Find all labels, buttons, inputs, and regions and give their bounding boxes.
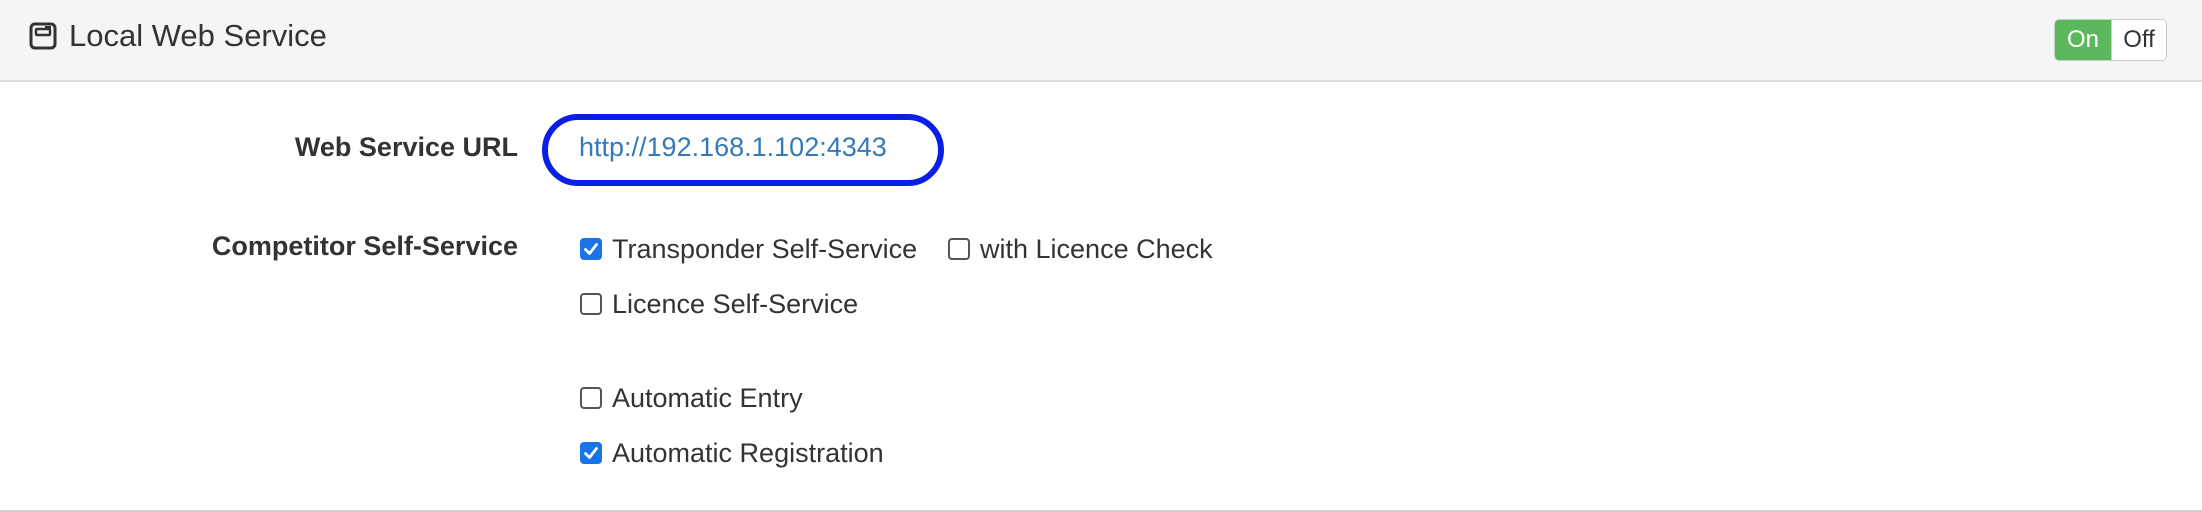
automatic-entry-checkbox[interactable]: Automatic Entry [580, 381, 803, 415]
web-service-url-label: Web Service URL [294, 132, 518, 162]
web-service-url-link[interactable]: http://192.168.1.102:4343 [579, 130, 887, 164]
checkbox-checked-icon [580, 238, 602, 260]
competitor-self-service-label: Competitor Self-Service [211, 231, 518, 261]
licence-check-label: with Licence Check [980, 234, 1213, 264]
panel-title: Local Web Service [69, 18, 327, 53]
toggle-off-button[interactable]: Off [2111, 20, 2166, 60]
licence-self-service-label: Licence Self-Service [612, 289, 859, 319]
panel-header: Local Web Service On Off [0, 0, 2202, 82]
checkbox-unchecked-icon [580, 387, 602, 409]
checkbox-unchecked-icon [580, 293, 602, 315]
window-icon [29, 22, 57, 50]
checkbox-unchecked-icon [948, 238, 970, 260]
automatic-entry-label: Automatic Entry [612, 383, 803, 413]
licence-check-checkbox[interactable]: with Licence Check [948, 232, 1213, 266]
automatic-registration-checkbox[interactable]: Automatic Registration [580, 436, 884, 470]
licence-self-service-checkbox[interactable]: Licence Self-Service [580, 287, 858, 321]
transponder-self-service-checkbox[interactable]: Transponder Self-Service [580, 232, 917, 266]
automatic-registration-label: Automatic Registration [612, 438, 884, 468]
toggle-on-button[interactable]: On [2055, 20, 2111, 60]
local-web-service-panel: Local Web Service On Off Web Service URL… [0, 0, 2202, 512]
service-toggle[interactable]: On Off [2054, 19, 2167, 61]
transponder-self-service-label: Transponder Self-Service [612, 234, 918, 264]
checkbox-checked-icon [580, 442, 602, 464]
